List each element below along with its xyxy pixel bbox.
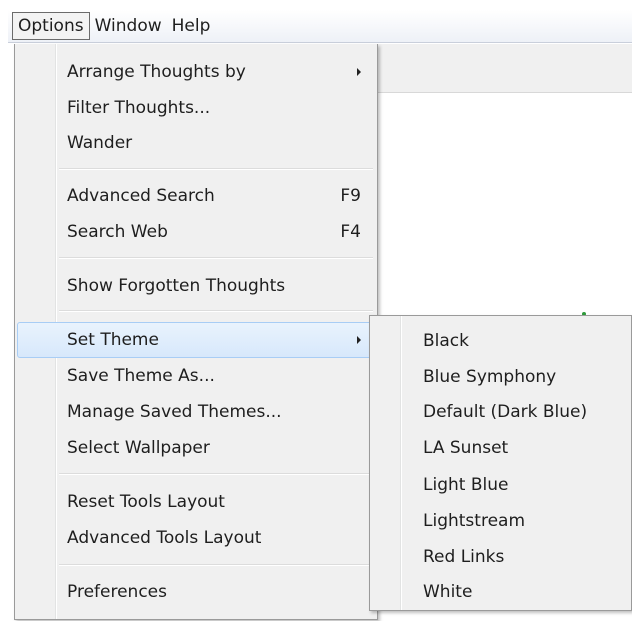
menu-help[interactable]: Help: [167, 12, 216, 40]
menu-item-advanced-tools-layout[interactable]: Advanced Tools Layout: [17, 520, 375, 556]
menu-options[interactable]: Options: [12, 12, 90, 40]
submenu-arrow-icon: [357, 68, 361, 76]
menu-item-label: Filter Thoughts...: [67, 98, 211, 118]
theme-item-la-sunset[interactable]: LA Sunset: [372, 430, 629, 466]
theme-item-label: Lightstream: [423, 511, 525, 531]
menu-item-label: Manage Saved Themes...: [67, 402, 282, 422]
menu-item-wander[interactable]: Wander: [17, 125, 375, 161]
menu-item-label: Advanced Search: [67, 186, 215, 206]
menu-item-select-wallpaper[interactable]: Select Wallpaper: [17, 430, 375, 466]
menu-item-label: Arrange Thoughts by: [67, 62, 246, 82]
shortcut-label: F4: [340, 222, 361, 242]
menu-separator: [59, 257, 373, 259]
menu-item-arrange-thoughts[interactable]: Arrange Thoughts by: [17, 54, 375, 90]
theme-item-lightstream[interactable]: Lightstream: [372, 503, 629, 539]
theme-item-light-blue[interactable]: Light Blue: [372, 467, 629, 503]
app-background: [378, 44, 632, 93]
theme-item-blue-symphony[interactable]: Blue Symphony: [372, 359, 629, 395]
shortcut-label: F9: [340, 186, 361, 206]
menu-item-reset-tools-layout[interactable]: Reset Tools Layout: [17, 484, 375, 520]
theme-item-white[interactable]: White: [372, 574, 629, 610]
theme-item-label: Blue Symphony: [423, 367, 557, 387]
menu-item-label: Set Theme: [67, 330, 159, 350]
menu-item-show-forgotten-thoughts[interactable]: Show Forgotten Thoughts: [17, 268, 375, 304]
menu-item-label: Save Theme As...: [67, 366, 215, 386]
theme-item-label: Light Blue: [423, 475, 509, 495]
menu-item-preferences[interactable]: Preferences: [17, 574, 375, 610]
menu-item-label: Select Wallpaper: [67, 438, 210, 458]
options-menu: Arrange Thoughts by Filter Thoughts... W…: [14, 44, 378, 620]
menu-item-manage-saved-themes[interactable]: Manage Saved Themes...: [17, 394, 375, 430]
theme-item-default-dark-blue[interactable]: Default (Dark Blue): [372, 394, 629, 430]
menu-separator: [59, 168, 373, 170]
menu-item-advanced-search[interactable]: Advanced Search F9: [17, 178, 375, 214]
submenu-arrow-icon: [357, 336, 361, 344]
menu-item-label: Search Web: [67, 222, 168, 242]
menu-item-set-theme[interactable]: Set Theme: [17, 322, 375, 358]
menu-item-filter-thoughts[interactable]: Filter Thoughts...: [17, 90, 375, 126]
theme-item-label: Red Links: [423, 547, 505, 567]
menu-window[interactable]: Window: [90, 12, 167, 40]
theme-item-red-links[interactable]: Red Links: [372, 539, 629, 575]
theme-item-black[interactable]: Black: [372, 323, 629, 359]
theme-item-label: Black: [423, 331, 469, 351]
menu-item-label: Wander: [67, 133, 133, 153]
menu-item-label: Advanced Tools Layout: [67, 528, 262, 548]
menu-bar: Options Window Help: [8, 10, 632, 43]
menu-item-label: Reset Tools Layout: [67, 492, 225, 512]
menu-item-search-web[interactable]: Search Web F4: [17, 214, 375, 250]
menu-separator: [59, 310, 373, 312]
menu-separator: [59, 473, 373, 475]
theme-item-label: Default (Dark Blue): [423, 402, 588, 422]
menu-separator: [59, 564, 373, 566]
theme-item-label: LA Sunset: [423, 438, 509, 458]
menu-item-label: Preferences: [67, 582, 167, 602]
menu-item-label: Show Forgotten Thoughts: [67, 276, 286, 296]
menu-item-save-theme-as[interactable]: Save Theme As...: [17, 358, 375, 394]
theme-item-label: White: [423, 582, 473, 602]
theme-submenu: Black Blue Symphony Default (Dark Blue) …: [369, 315, 632, 611]
